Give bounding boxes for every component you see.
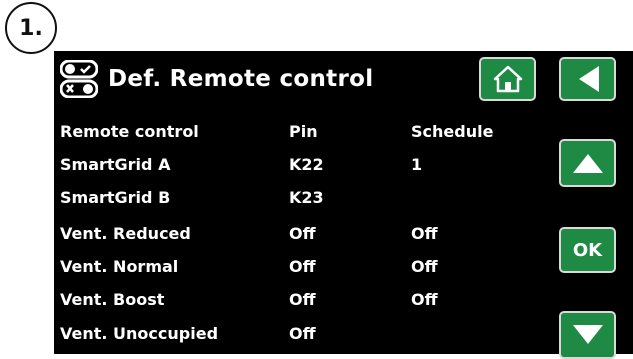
column-header-schedule: Schedule [411, 122, 494, 141]
remote-schedule: Off [411, 257, 438, 276]
remote-schedule: Off [411, 290, 438, 309]
remote-pin: Off [289, 257, 316, 276]
remote-name: Vent. Reduced [60, 224, 191, 243]
remote-name: Vent. Normal [60, 257, 179, 276]
scroll-up-button[interactable] [559, 139, 616, 187]
remote-pin: K22 [289, 155, 324, 174]
scroll-down-button[interactable] [559, 311, 616, 359]
arrow-left-icon [578, 66, 599, 92]
remote-schedule: Off [411, 224, 438, 243]
remote-name: Vent. Boost [60, 290, 165, 309]
arrow-down-icon [572, 325, 603, 344]
arrow-up-icon [572, 154, 603, 173]
remote-name: Vent. Unoccupied [60, 324, 219, 343]
title-bar: Def. Remote control [60, 56, 373, 102]
column-header-pin: Pin [289, 122, 318, 141]
remote-schedule: 1 [411, 155, 423, 174]
back-button[interactable] [559, 57, 616, 101]
remote-pin: Off [289, 290, 316, 309]
remote-name: SmartGrid B [60, 188, 171, 207]
remote-name: SmartGrid A [60, 155, 171, 174]
home-icon [493, 65, 522, 93]
page-title: Def. Remote control [108, 66, 374, 92]
controller-screen: Def. Remote control OK Remote control Pi… [54, 51, 633, 359]
remote-pin: K23 [289, 188, 324, 207]
step-number-badge: 1. [5, 2, 57, 54]
remote-pin: Off [289, 324, 316, 343]
home-button[interactable] [479, 57, 536, 101]
remote-control-icon [60, 60, 98, 98]
remote-pin: Off [289, 224, 316, 243]
ok-button[interactable]: OK [559, 227, 616, 273]
column-header-remote-control: Remote control [60, 122, 199, 141]
